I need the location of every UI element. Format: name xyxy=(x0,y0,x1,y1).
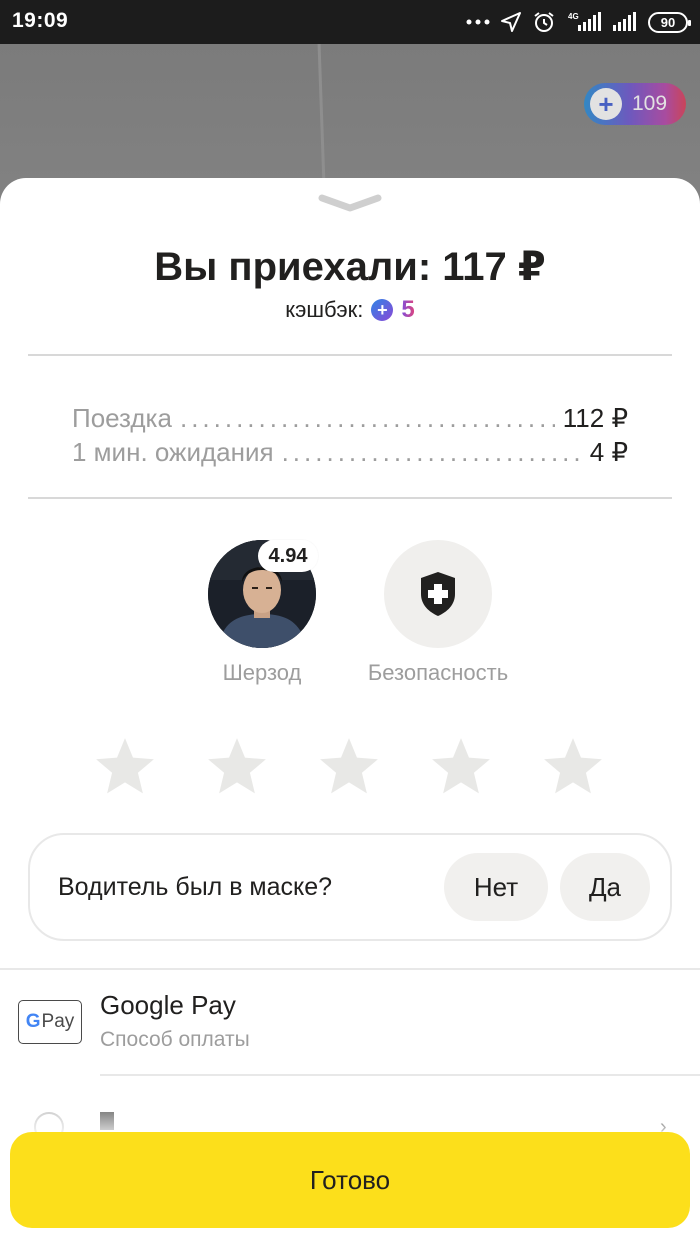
leader-dots: ........................................… xyxy=(281,437,582,467)
answer-no-button[interactable]: Нет xyxy=(444,853,548,921)
divider xyxy=(100,1074,700,1076)
battery-icon: 90 xyxy=(648,11,691,33)
cashback: кэшбэк: + 5 xyxy=(0,296,700,324)
star-icon[interactable] xyxy=(540,734,606,800)
breakdown-amount: 4 ₽ xyxy=(589,437,628,467)
payment-method-title: Google Pay xyxy=(100,990,236,1020)
star-icon[interactable] xyxy=(316,734,382,800)
google-pay-logo: G Pay xyxy=(18,1000,82,1044)
breakdown-label: 1 мин. ожидания xyxy=(72,437,274,467)
star-icon[interactable] xyxy=(428,734,494,800)
trip-summary-sheet: Вы приехали: 117 ₽ кэшбэк: + 5 Поездка .… xyxy=(0,178,700,1244)
star-icon[interactable] xyxy=(92,734,158,800)
location-arrow-icon xyxy=(501,12,521,32)
alarm-icon xyxy=(534,12,554,32)
shield-plus-icon xyxy=(421,572,455,616)
status-bar: 19:09 4G 90 xyxy=(0,0,700,44)
plus-points-icon: + xyxy=(371,299,394,321)
driver-rating-badge: 4.94 xyxy=(258,540,318,572)
divider xyxy=(28,497,672,499)
mask-question: Водитель был в маске? xyxy=(58,872,333,901)
trip-title: Вы приехали: 117 ₽ xyxy=(154,245,546,289)
divider xyxy=(28,354,672,356)
payment-method-subtitle: Способ оплаты xyxy=(100,1028,250,1051)
answer-yes-button[interactable]: Да xyxy=(560,853,650,921)
leader-dots: ........................................… xyxy=(179,403,555,433)
signal-icon xyxy=(613,12,636,31)
status-icons: 4G 90 xyxy=(466,8,691,36)
payment-method-row[interactable]: G Pay Google Pay Способ оплаты xyxy=(0,970,700,1076)
safety-label: Безопасность xyxy=(367,660,509,685)
collapse-chevron-icon[interactable] xyxy=(318,192,382,214)
mask-question-card: Водитель был в маске? Нет Да xyxy=(28,833,672,941)
safety-button[interactable] xyxy=(384,540,492,648)
status-time: 19:09 xyxy=(12,9,69,32)
google-g-letter: G xyxy=(25,1011,41,1032)
google-pay-text: Pay xyxy=(41,1011,75,1032)
more-dots-icon xyxy=(466,19,490,25)
cashback-label: кэшбэк: xyxy=(285,297,364,322)
cashback-value: 5 xyxy=(401,296,415,323)
breakdown-amount: 112 ₽ xyxy=(562,403,628,433)
signal-icon: 4G xyxy=(568,12,601,31)
plus-points-icon: + xyxy=(590,88,622,120)
svg-text:4G: 4G xyxy=(568,12,579,21)
breakdown-row: 1 мин. ожидания ........................… xyxy=(72,437,628,471)
star-icon[interactable] xyxy=(204,734,270,800)
driver-name: Шерзод xyxy=(222,660,302,685)
breakdown-row: Поездка ................................… xyxy=(72,403,628,437)
done-button[interactable]: Готово xyxy=(10,1132,690,1228)
breakdown-label: Поездка xyxy=(72,403,172,433)
plus-points-count: 109 xyxy=(632,92,668,115)
price-breakdown: Поездка ................................… xyxy=(72,403,628,471)
rating-stars xyxy=(92,734,606,800)
plus-points-badge[interactable]: + 109 xyxy=(584,83,686,125)
